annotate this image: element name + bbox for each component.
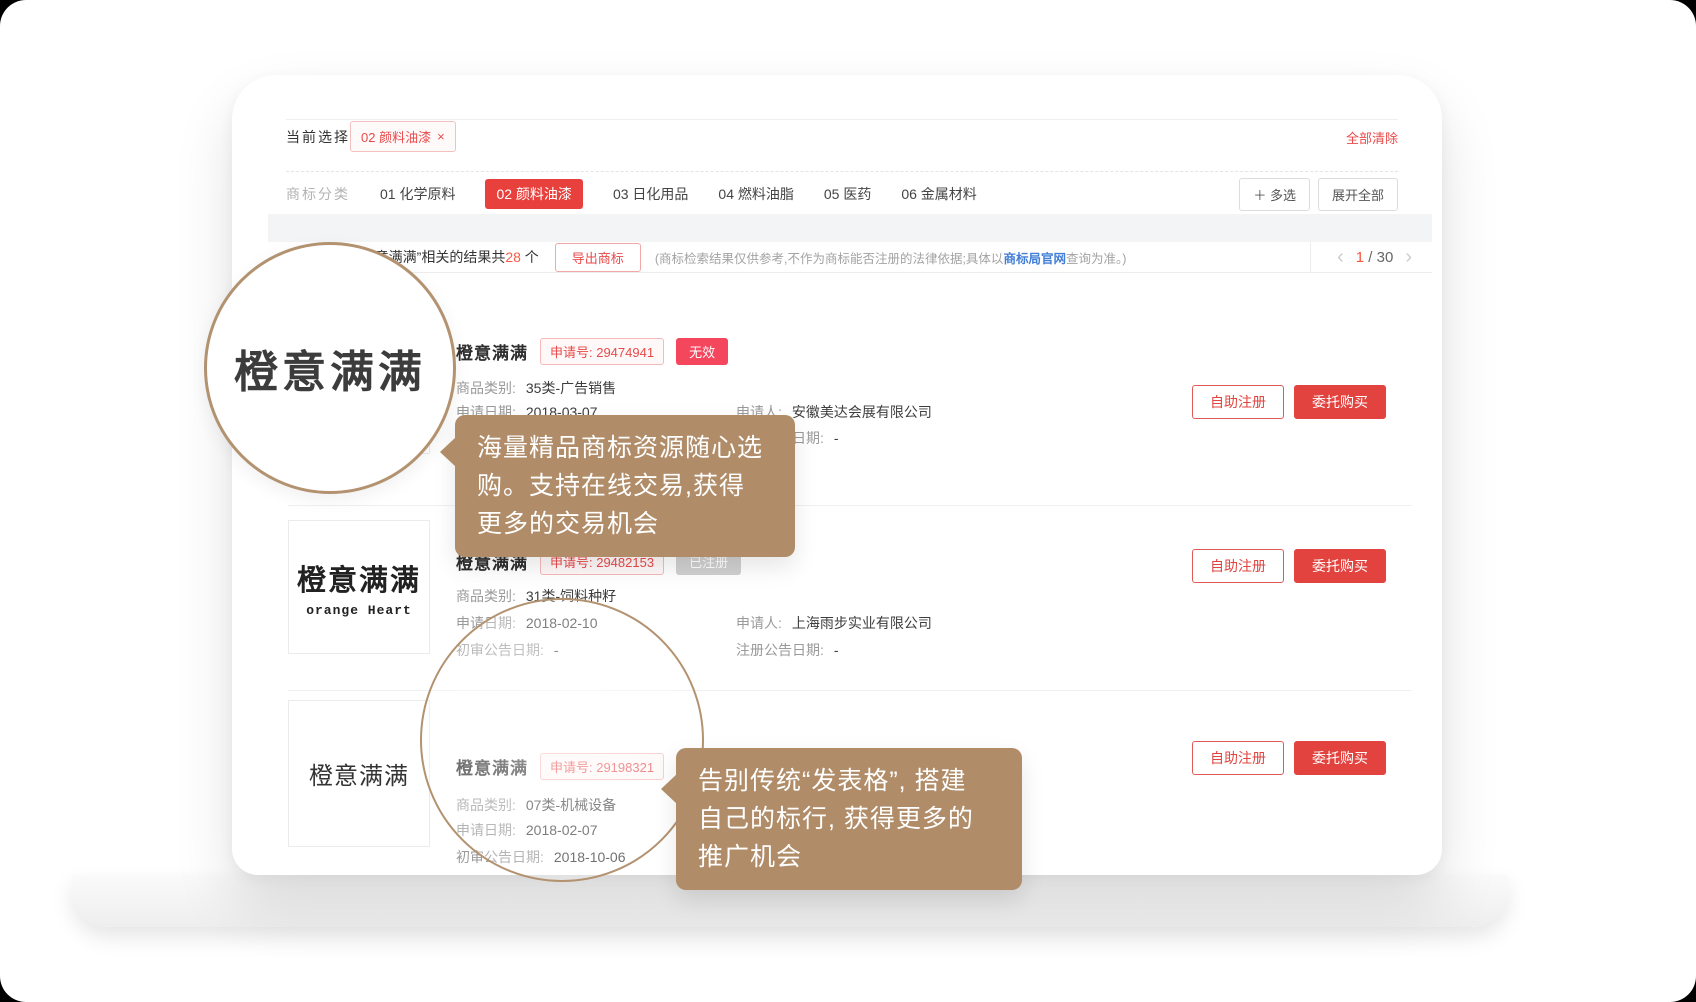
page-indicator: 1 / 30 <box>1356 249 1394 266</box>
category-item-06[interactable]: 06 金属材料 <box>901 184 976 204</box>
self-register-button[interactable]: 自助注册 <box>1192 385 1284 419</box>
trademark-image-text: 橙意满满 <box>297 557 421 599</box>
application-number-tag: 申请号: 29474941 <box>540 338 664 365</box>
current-selection-label: 当前选择 <box>286 127 350 147</box>
callout-promotion: 告别传统“发表格”, 搭建 自己的标行, 获得更多的 推广机会 <box>676 748 1022 890</box>
page-separator: / <box>1368 249 1372 266</box>
magnifier-circle-trademark: 橙意满满 <box>204 242 456 494</box>
field-value: 上海雨步实业有限公司 <box>792 615 932 631</box>
trademark-thumbnail[interactable]: 橙意满满 orange Heart <box>288 520 430 654</box>
magnified-trademark-text: 橙意满满 <box>234 336 426 400</box>
export-trademarks-button[interactable]: 导出商标 <box>555 243 641 272</box>
section-gap <box>268 214 1432 242</box>
selected-filter-tag-label: 02 颜料油漆 <box>361 127 431 146</box>
field-value: - <box>834 430 839 446</box>
field-value: 35类-广告销售 <box>526 380 616 396</box>
trademark-thumbnail[interactable]: 橙意满满 <box>288 700 430 847</box>
trademark-image-subtext: orange Heart <box>306 603 412 618</box>
self-register-button[interactable]: 自助注册 <box>1192 741 1284 775</box>
category-item-01[interactable]: 01 化学原料 <box>380 184 455 204</box>
prev-page-icon[interactable]: ‹ <box>1337 247 1344 267</box>
field-label: 申请人: <box>736 615 782 631</box>
clear-all-link[interactable]: 全部清除 <box>1346 128 1398 147</box>
category-item-04[interactable]: 04 燃料油脂 <box>718 184 793 204</box>
trademark-image-text: 橙意满满 <box>309 756 409 791</box>
self-register-button[interactable]: 自助注册 <box>1192 549 1284 583</box>
close-icon[interactable]: × <box>437 129 445 144</box>
category-actions: ＋ 多选 展开全部 <box>1239 178 1398 211</box>
trademark-office-link[interactable]: 商标局官网 <box>1003 252 1066 266</box>
multi-select-button[interactable]: ＋ 多选 <box>1239 178 1310 211</box>
results-header: 为您检索到“橙意满满”相关的结果共28 个 导出商标 (商标检索结果仅供参考,不… <box>268 242 1432 273</box>
status-badge: 无效 <box>676 338 728 365</box>
magnifier-circle-highlight <box>420 598 704 882</box>
entrust-purchase-button[interactable]: 委托购买 <box>1294 549 1386 583</box>
divider <box>286 171 1398 172</box>
trademark-name: 橙意满满 <box>456 339 528 364</box>
expand-all-button[interactable]: 展开全部 <box>1318 178 1398 211</box>
category-item-05[interactable]: 05 医药 <box>824 184 871 204</box>
field-label: 商品类别: <box>456 588 516 604</box>
page-canvas: 当前选择 02 颜料油漆 × 全部清除 商标分类 01 化学原料 02 颜料油漆… <box>0 0 1696 1002</box>
callout-marketplace: 海量精品商标资源随心选 购。支持在线交易,获得 更多的交易机会 <box>455 415 795 557</box>
field-label: 商品类别: <box>456 380 516 396</box>
field-label: 注册公告日期: <box>736 642 824 658</box>
disclaimer: (商标检索结果仅供参考,不作为商标能否注册的法律依据;具体以商标局官网查询为准。… <box>655 248 1127 267</box>
category-item-03[interactable]: 03 日化用品 <box>613 184 688 204</box>
disclaimer-text: 查询为准。) <box>1066 252 1126 266</box>
next-page-icon[interactable]: › <box>1405 247 1412 267</box>
field-value: 安徽美达会展有限公司 <box>792 404 932 420</box>
entrust-purchase-button[interactable]: 委托购买 <box>1294 741 1386 775</box>
divider <box>286 119 1398 120</box>
category-bar-label: 商标分类 <box>286 184 350 204</box>
results-summary-suffix: 个 <box>521 249 539 265</box>
results-count: 28 <box>505 249 521 265</box>
disclaimer-text: (商标检索结果仅供参考,不作为商标能否注册的法律依据;具体以 <box>655 252 1004 266</box>
current-page: 1 <box>1356 249 1364 266</box>
entrust-purchase-button[interactable]: 委托购买 <box>1294 385 1386 419</box>
field-value: - <box>834 642 839 658</box>
selected-filter-tag[interactable]: 02 颜料油漆 × <box>350 121 456 152</box>
pagination: ‹ 1 / 30 › <box>1310 242 1412 272</box>
total-pages: 30 <box>1377 249 1394 266</box>
category-bar: 商标分类 01 化学原料 02 颜料油漆 03 日化用品 04 燃料油脂 05 … <box>286 179 977 209</box>
category-item-02-active[interactable]: 02 颜料油漆 <box>485 179 582 209</box>
